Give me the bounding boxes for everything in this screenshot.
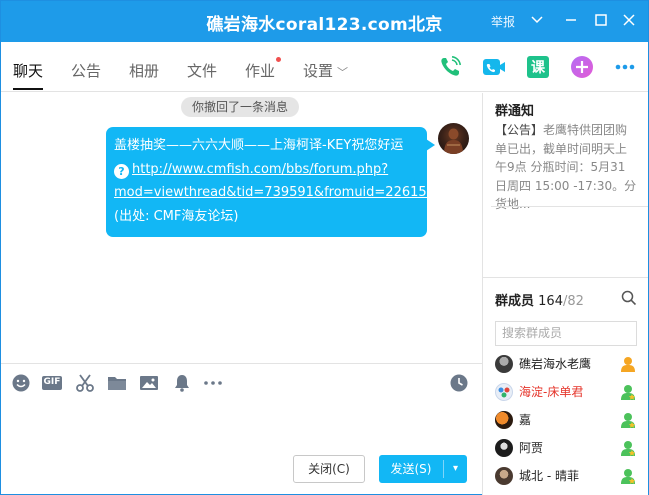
close-icon[interactable]	[619, 9, 639, 31]
message-link-continued[interactable]: mod=viewthread&tid=739591&fromuid=226151	[114, 185, 435, 200]
more-icon[interactable]	[613, 55, 637, 79]
history-clock-icon[interactable]	[449, 373, 469, 393]
member-avatar	[495, 355, 513, 373]
add-app-icon[interactable]	[570, 55, 594, 79]
tab-chat[interactable]: 聊天	[13, 60, 44, 90]
link-security-icon: ?	[114, 163, 129, 179]
gif-icon[interactable]: GIF	[41, 373, 63, 393]
maximize-icon[interactable]	[591, 9, 611, 31]
video-call-icon[interactable]	[482, 55, 506, 79]
member-name: 海淀-床单君	[519, 385, 584, 399]
member-avatar	[495, 467, 513, 485]
window-title: 礁岩海水coral123.com北京	[206, 15, 443, 35]
bell-icon[interactable]	[172, 373, 192, 393]
admin-badge-icon	[619, 383, 637, 401]
close-button[interactable]: 关闭(C)	[293, 455, 365, 483]
member-avatar	[495, 411, 513, 429]
course-icon[interactable]: 课	[526, 55, 550, 79]
recall-notice: 你撤回了一条消息	[181, 97, 300, 117]
member-name: 阿贾	[519, 441, 544, 455]
chevron-down-icon[interactable]	[527, 9, 547, 31]
admin-badge-icon	[619, 411, 637, 429]
tab-settings[interactable]: 设置 ﹀	[303, 60, 348, 90]
member-name: 礁岩海水老鹰	[519, 357, 592, 371]
phone-call-icon[interactable]	[438, 55, 462, 79]
input-toolbar: GIF	[1, 364, 482, 402]
message-source: (出处: CMF海友论坛)	[114, 208, 239, 224]
folder-icon[interactable]	[107, 373, 127, 393]
member-row[interactable]: 海淀-床单君	[495, 381, 637, 403]
member-search-input[interactable]: 搜索群成员	[495, 321, 637, 346]
member-name: 城北 - 晴菲	[519, 469, 579, 483]
message-bubble[interactable]: 盖楼抽奖——六六大顺——上海柯译-KEY祝您好运 ? http://www.cmf…	[106, 127, 435, 237]
emoji-icon[interactable]	[11, 373, 31, 393]
owner-badge-icon	[619, 355, 637, 373]
tab-announcement[interactable]: 公告	[71, 60, 101, 90]
message-input[interactable]	[1, 402, 482, 452]
message-link[interactable]: http://www.cmfish.com/bbs/forum.php?	[132, 162, 388, 177]
message-text: 盖楼抽奖——六六大顺——上海柯译-KEY祝您好运	[114, 138, 404, 153]
send-button[interactable]: 发送(S) ▾	[379, 455, 467, 483]
admin-badge-icon	[619, 467, 637, 485]
notice-divider	[491, 206, 648, 207]
report-link[interactable]: 举报	[491, 13, 515, 30]
chevron-down-icon: ﹀	[337, 66, 349, 79]
course-icon-label: 课	[531, 60, 545, 76]
title-bar[interactable]: 礁岩海水coral123.com北京 举报	[1, 1, 648, 42]
notification-dot	[276, 57, 282, 62]
send-options-chevron-icon[interactable]: ▾	[444, 455, 467, 483]
notice-body[interactable]: 【公告】老鹰特供团团购单已出，截单时间明天上午9点 分瓶时间：5月31日周四 1…	[495, 121, 637, 214]
panel-divider	[483, 277, 648, 278]
member-avatar	[495, 383, 513, 401]
member-row[interactable]: 礁岩海水老鹰	[495, 353, 637, 375]
members-title: 群成员 164/82	[495, 294, 584, 309]
search-icon[interactable]	[621, 290, 637, 306]
avatar[interactable]	[438, 123, 469, 154]
member-row[interactable]: 嘉	[495, 409, 637, 431]
member-avatar	[495, 439, 513, 457]
send-button-label: 发送(S)	[390, 462, 432, 476]
tab-bar: 聊天 公告 相册 文件 作业 设置 ﹀ 课	[1, 42, 648, 92]
minimize-icon[interactable]	[561, 9, 581, 31]
group-info-panel: 群通知 【公告】老鹰特供团团购单已出，截单时间明天上午9点 分瓶时间：5月31日…	[482, 93, 648, 495]
admin-badge-icon	[619, 439, 637, 457]
chat-history[interactable]: 你撤回了一条消息 盖楼抽奖——六六大顺——上海柯译-KEY祝您好运 ? http:…	[1, 93, 482, 363]
gif-icon-label: GIF	[43, 377, 61, 387]
scissors-icon[interactable]	[75, 373, 95, 393]
tab-homework[interactable]: 作业	[245, 57, 282, 90]
chat-window: 礁岩海水coral123.com北京 举报 聊天 公告 相册 文件 作业 设置 ﹀	[0, 0, 649, 495]
more-dots-icon[interactable]	[203, 373, 223, 393]
notice-title: 群通知	[495, 104, 535, 119]
tab-files[interactable]: 文件	[187, 60, 217, 90]
member-name: 嘉	[519, 413, 532, 427]
tab-album[interactable]: 相册	[129, 60, 159, 90]
image-icon[interactable]	[139, 373, 159, 393]
member-row[interactable]: 阿贾	[495, 437, 637, 459]
member-row[interactable]: 城北 - 晴菲	[495, 465, 637, 487]
